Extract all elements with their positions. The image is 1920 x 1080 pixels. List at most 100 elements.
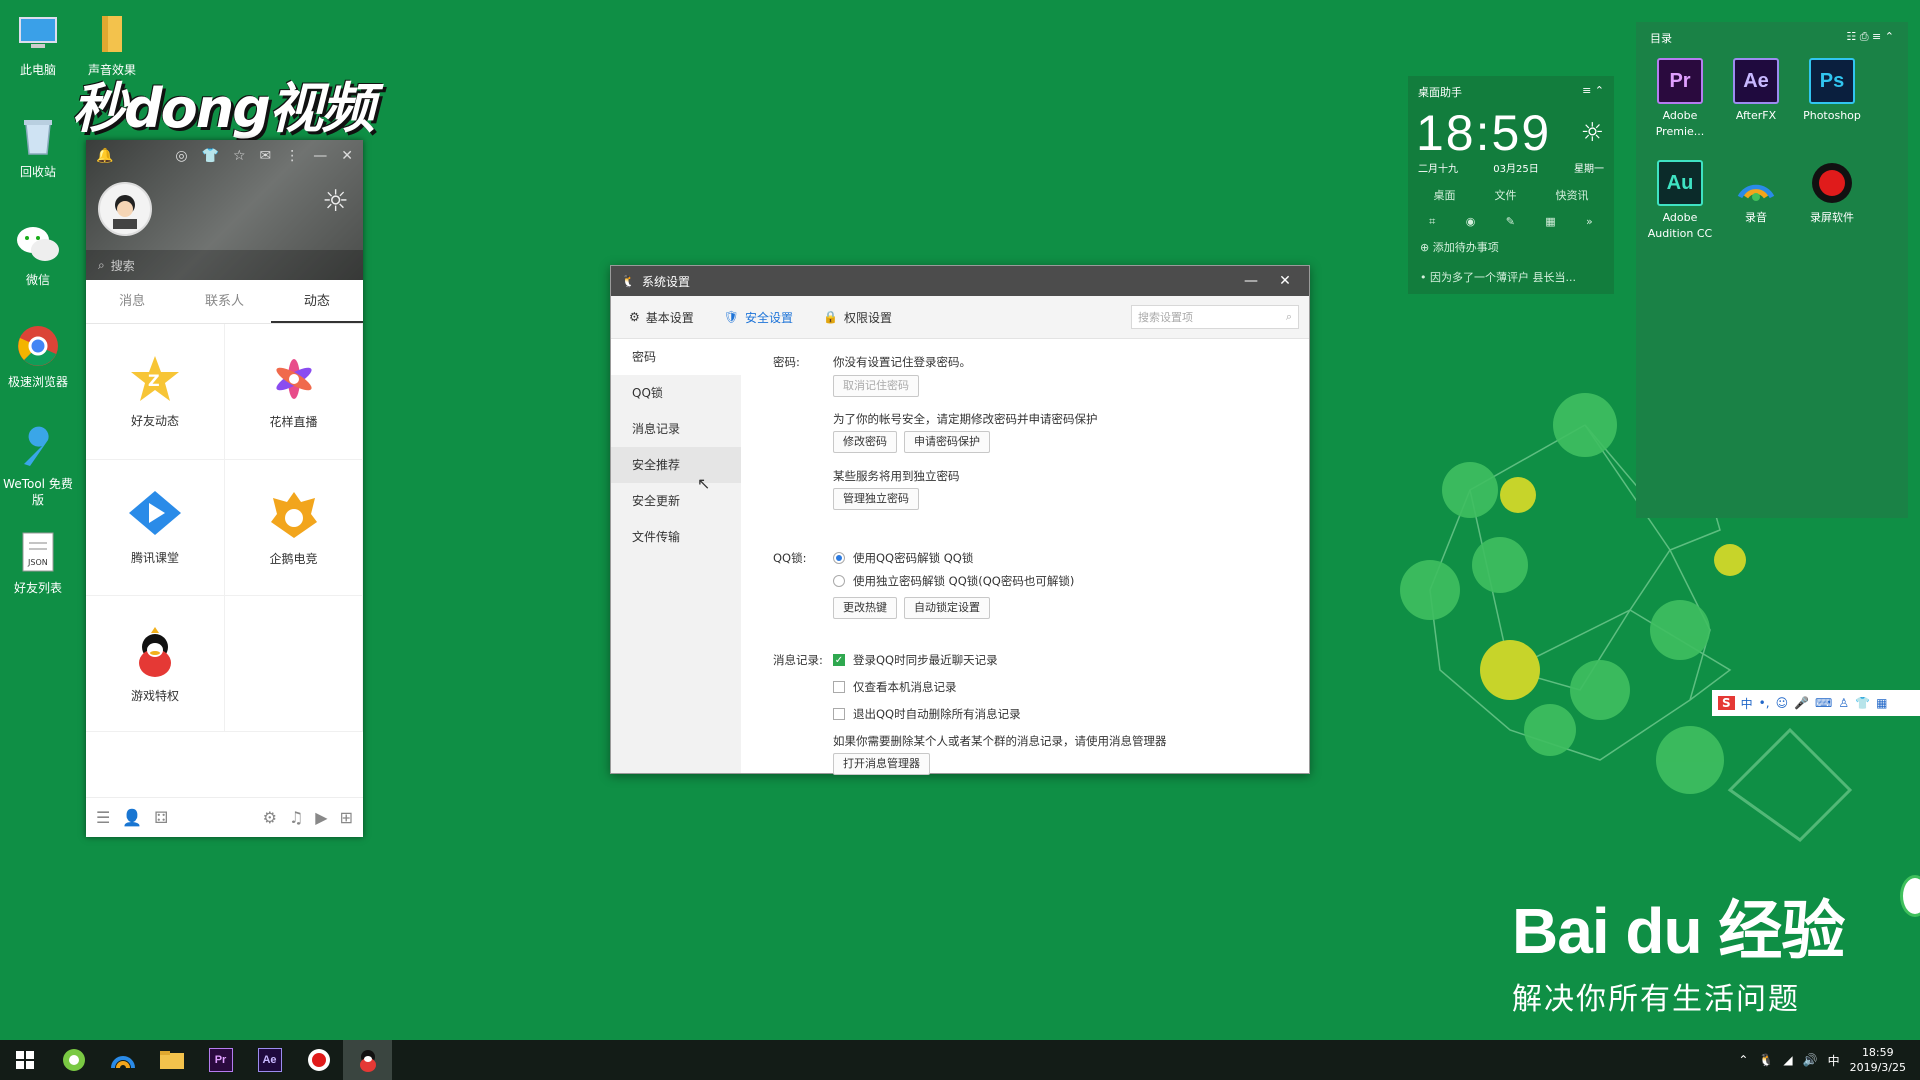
sidebar-item-security-update[interactable]: 安全更新 bbox=[611, 483, 741, 519]
apps-grid-icon[interactable]: ⊞ bbox=[340, 808, 353, 827]
sidebar-item-qqlock[interactable]: QQ锁 bbox=[611, 375, 741, 411]
mic-icon[interactable]: 🎤 bbox=[1794, 696, 1809, 710]
history-local-only-checkbox[interactable]: 仅查看本机消息记录 bbox=[833, 679, 957, 695]
punct-icon[interactable]: •, bbox=[1759, 696, 1770, 710]
tray-qq-icon[interactable]: 🐧 bbox=[1758, 1053, 1773, 1067]
keyboard-icon[interactable]: ⌨ bbox=[1815, 696, 1832, 710]
tray-expand-icon[interactable]: ⌃ bbox=[1738, 1053, 1748, 1067]
tab-contacts[interactable]: 联系人 bbox=[178, 280, 270, 323]
more-arrow-icon[interactable]: » bbox=[1586, 215, 1593, 229]
start-button[interactable] bbox=[0, 1040, 49, 1080]
video-icon[interactable]: ▶ bbox=[315, 808, 327, 827]
radio-unchecked[interactable] bbox=[833, 575, 845, 587]
volume-icon[interactable]: 🔊 bbox=[1803, 1053, 1818, 1067]
tray-clock[interactable]: 18:59 2019/3/25 bbox=[1850, 1045, 1906, 1075]
qqlock-option-qq-password[interactable]: 使用QQ密码解锁 QQ锁 bbox=[833, 550, 973, 566]
side-float-button[interactable] bbox=[1900, 875, 1920, 917]
app-photoshop[interactable]: Ps Photoshop bbox=[1794, 58, 1870, 140]
close-icon[interactable]: ✕ bbox=[341, 148, 353, 164]
desktop-icon-recycle[interactable]: 回收站 bbox=[0, 112, 78, 180]
shirt-icon[interactable]: 👕 bbox=[202, 148, 219, 164]
ime-mode[interactable]: 中 bbox=[1741, 695, 1753, 712]
desktop-icon-friend-list[interactable]: JSON 好友列表 bbox=[0, 528, 78, 596]
news-ticker[interactable]: • 因为多了一个薄评户 县长当... bbox=[1408, 263, 1614, 291]
toolbox-icon[interactable]: ▦ bbox=[1876, 696, 1887, 710]
checkbox-unchecked[interactable] bbox=[833, 681, 845, 693]
more-icon[interactable]: ⋮ bbox=[285, 148, 299, 164]
todo-add[interactable]: ⊕ 添加待办事项 bbox=[1408, 231, 1614, 263]
taskbar-file-explorer[interactable] bbox=[147, 1040, 196, 1080]
forget-password-button[interactable]: 取消记住密码 bbox=[833, 375, 919, 397]
change-password-button[interactable]: 修改密码 bbox=[833, 431, 897, 453]
auto-lock-settings-button[interactable]: 自动锁定设置 bbox=[904, 597, 990, 619]
sidebar-item-history[interactable]: 消息记录 bbox=[611, 411, 741, 447]
emoji-icon[interactable]: ☺ bbox=[1776, 696, 1789, 710]
app-manager-icon[interactable]: ⚃ bbox=[154, 808, 168, 827]
link-desktop[interactable]: 桌面 bbox=[1434, 187, 1456, 203]
eye-icon[interactable]: ◉ bbox=[1466, 215, 1476, 229]
calc-icon[interactable]: ▦ bbox=[1545, 215, 1555, 229]
desktop-icon-this-pc[interactable]: 此电脑 bbox=[0, 10, 78, 78]
link-news[interactable]: 快资讯 bbox=[1556, 187, 1589, 203]
music-icon[interactable]: ♫ bbox=[289, 808, 303, 827]
taskbar-recorder-app[interactable] bbox=[98, 1040, 147, 1080]
add-friend-icon[interactable]: 👤 bbox=[122, 808, 142, 827]
star-icon[interactable]: ☆ bbox=[233, 148, 246, 164]
app-premiere[interactable]: Pr Adobe Premie... bbox=[1642, 58, 1718, 140]
grid-item-game-privilege[interactable]: 游戏特权 bbox=[86, 596, 225, 732]
radio-checked[interactable] bbox=[833, 552, 845, 564]
app-audition[interactable]: Au Adobe Audition CC bbox=[1642, 160, 1718, 242]
note-icon[interactable]: ✎ bbox=[1506, 215, 1515, 229]
history-sync-checkbox[interactable]: ✓ 登录QQ时同步最近聊天记录 bbox=[833, 652, 998, 668]
menu-icon[interactable]: ☰ bbox=[96, 808, 110, 827]
widget-menu-icon[interactable]: ≡ ⌃ bbox=[1582, 84, 1604, 100]
minimize-icon[interactable]: — bbox=[313, 148, 327, 164]
avatar[interactable] bbox=[98, 182, 152, 236]
settings-search-input[interactable]: 搜索设置项 ⌕ bbox=[1131, 305, 1299, 329]
change-hotkey-button[interactable]: 更改热键 bbox=[833, 597, 897, 619]
apply-protection-button[interactable]: 申请密码保护 bbox=[904, 431, 990, 453]
taskbar-aftereffects[interactable]: Ae bbox=[245, 1040, 294, 1080]
sidebar-item-security-recommend[interactable]: 安全推荐 bbox=[611, 447, 741, 483]
folder-toolbar-icons[interactable]: ☷ ⎙ ≡ ⌃ bbox=[1846, 30, 1894, 46]
taskbar-qq[interactable] bbox=[343, 1040, 392, 1080]
grid-item-live[interactable]: 花样直播 bbox=[225, 324, 363, 460]
user-icon[interactable]: ♙ bbox=[1838, 696, 1849, 710]
tray-ime[interactable]: 中 bbox=[1828, 1052, 1840, 1069]
nav-basic-settings[interactable]: ⚙ 基本设置 bbox=[629, 309, 694, 326]
skin-icon[interactable]: 👕 bbox=[1855, 696, 1870, 710]
nav-security-settings[interactable]: 🛡 安全设置 bbox=[724, 309, 793, 326]
taskbar-premiere[interactable]: Pr bbox=[196, 1040, 245, 1080]
checkbox-unchecked[interactable] bbox=[833, 708, 845, 720]
camera-icon[interactable]: ◎ bbox=[175, 148, 187, 164]
grid-item-esports[interactable]: 企鹅电竞 bbox=[225, 460, 363, 596]
taskbar-screen-recorder[interactable] bbox=[294, 1040, 343, 1080]
tab-feeds[interactable]: 动态 bbox=[270, 280, 363, 323]
mail-icon[interactable]: ✉ bbox=[260, 148, 272, 164]
close-button[interactable]: ✕ bbox=[1271, 273, 1299, 289]
desktop-icon-wetool[interactable]: WeTool 免费版 bbox=[0, 424, 78, 508]
checkbox-checked[interactable]: ✓ bbox=[833, 654, 845, 666]
crop-icon[interactable]: ⌗ bbox=[1429, 215, 1435, 229]
sidebar-item-password[interactable]: 密码 bbox=[611, 339, 741, 375]
grid-item-friend-feeds[interactable]: Z 好友动态 bbox=[86, 324, 225, 460]
open-message-manager-button[interactable]: 打开消息管理器 bbox=[833, 753, 930, 775]
nav-permission-settings[interactable]: 🔒 权限设置 bbox=[823, 309, 892, 326]
bell-icon[interactable]: 🔔 bbox=[96, 148, 113, 164]
manage-independent-password-button[interactable]: 管理独立密码 bbox=[833, 488, 919, 510]
sidebar-item-file-transfer[interactable]: 文件传输 bbox=[611, 519, 741, 555]
game-icon[interactable]: ⚙ bbox=[263, 808, 277, 827]
app-screen-recorder[interactable]: 录屏软件 bbox=[1794, 160, 1870, 242]
qq-search-bar[interactable]: ⌕ 搜索 bbox=[86, 250, 363, 280]
app-recorder[interactable]: 录音 bbox=[1718, 160, 1794, 242]
qqlock-option-independent[interactable]: 使用独立密码解锁 QQ锁(QQ密码也可解锁) bbox=[833, 573, 1074, 589]
desktop-icon-wechat[interactable]: 微信 bbox=[0, 220, 78, 288]
link-files[interactable]: 文件 bbox=[1495, 187, 1517, 203]
grid-item-classroom[interactable]: 腾讯课堂 bbox=[86, 460, 225, 596]
desktop-icon-browser[interactable]: 极速浏览器 bbox=[0, 322, 78, 390]
minimize-button[interactable]: — bbox=[1237, 273, 1265, 289]
app-aftereffects[interactable]: Ae AfterFX bbox=[1718, 58, 1794, 140]
network-icon[interactable]: ◢ bbox=[1783, 1053, 1792, 1067]
history-auto-delete-checkbox[interactable]: 退出QQ时自动删除所有消息记录 bbox=[833, 706, 1021, 722]
tab-messages[interactable]: 消息 bbox=[86, 280, 178, 323]
